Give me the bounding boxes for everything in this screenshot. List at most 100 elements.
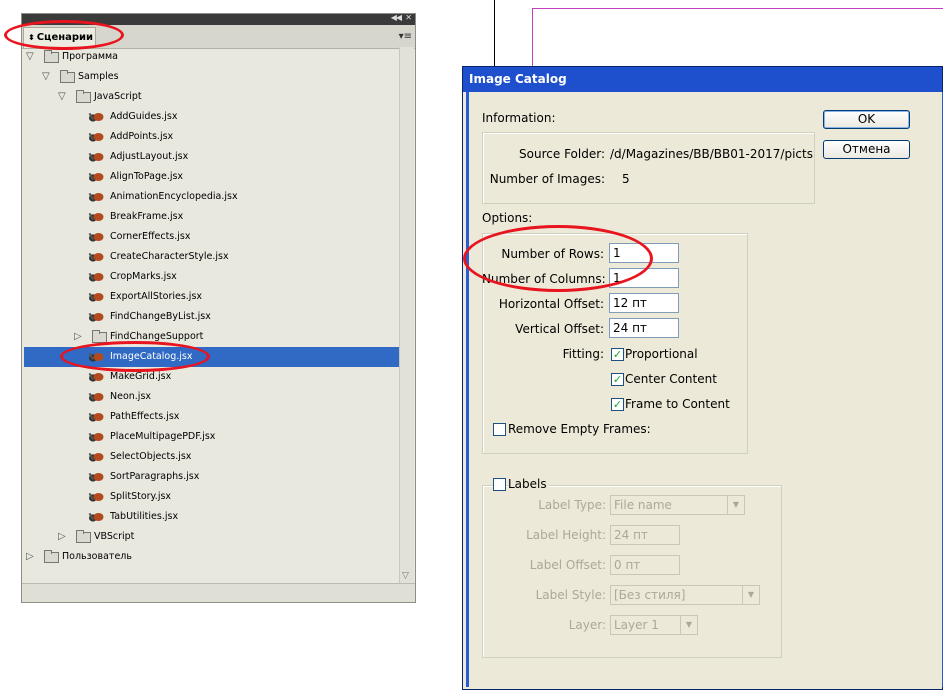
tree-folder-row[interactable]: ▷ VBScript (24, 527, 400, 547)
cols-label: Number of Columns: (482, 272, 606, 286)
tree-script-row[interactable]: FindChangeByList.jsx (24, 307, 400, 327)
frame-to-content-checkbox[interactable]: ✓ (611, 398, 624, 411)
script-icon (88, 392, 104, 402)
proportional-label: Proportional (625, 347, 698, 361)
script-icon (88, 512, 104, 522)
tab-scripts-label: Сценарии (36, 32, 94, 43)
tree-item-label: JavaScript (94, 91, 142, 102)
tree-script-row[interactable]: AddGuides.jsx (24, 107, 400, 127)
label-style-select[interactable]: [Без стиля] ▼ (610, 585, 760, 605)
folder-icon (92, 330, 107, 343)
chevron-down-icon: ▼ (742, 586, 759, 604)
script-icon (88, 152, 104, 162)
script-icon (88, 192, 104, 202)
tree-script-row[interactable]: PlaceMultipagePDF.jsx (24, 427, 400, 447)
tab-scripts[interactable]: ⬍ Сценарии (23, 27, 96, 48)
tree-item-label: FindChangeByList.jsx (110, 311, 211, 322)
close-icon[interactable]: ✕ (405, 13, 412, 22)
chevron-down-icon: ▼ (727, 496, 744, 514)
expand-down-icon[interactable]: ▽ (58, 87, 66, 107)
hoffset-input[interactable]: 12 пт (609, 293, 679, 313)
panel-tab-strip: ⬍ Сценарии ▾≡ (22, 25, 415, 49)
tree-item-label: Neon.jsx (110, 391, 152, 402)
layer-select[interactable]: Layer 1 ▼ (610, 615, 698, 635)
voffset-input[interactable]: 24 пт (609, 318, 679, 338)
folder-icon (44, 50, 59, 63)
tree-item-label: Пользователь (62, 551, 132, 562)
tree-script-row[interactable]: Neon.jsx (24, 387, 400, 407)
tree-script-row[interactable]: ExportAllStories.jsx (24, 287, 400, 307)
script-icon (88, 112, 104, 122)
label-height-label: Label Height: (526, 528, 606, 542)
proportional-checkbox[interactable]: ✓ (611, 348, 624, 361)
fitting-label: Fitting: (562, 347, 604, 361)
panel-titlebar[interactable]: ◀◀ ✕ (22, 13, 415, 25)
tree-script-row[interactable]: AdjustLayout.jsx (24, 147, 400, 167)
scroll-down-icon[interactable]: ▽ (402, 571, 409, 581)
source-folder-label: Source Folder: (519, 147, 605, 161)
tree-script-row[interactable]: AnimationEncyclopedia.jsx (24, 187, 400, 207)
folder-icon (60, 70, 75, 83)
script-icon (88, 132, 104, 142)
script-icon (88, 232, 104, 242)
label-height-input[interactable]: 24 пт (610, 525, 680, 545)
vertical-scrollbar[interactable]: ▽ (399, 47, 414, 583)
tree-script-row[interactable]: TabUtilities.jsx (24, 507, 400, 527)
ok-button[interactable]: OK (823, 110, 910, 129)
tree-script-row[interactable]: SplitStory.jsx (24, 487, 400, 507)
tree-script-row[interactable]: BreakFrame.jsx (24, 207, 400, 227)
tree-folder-row[interactable]: ▽ Программа (24, 47, 400, 67)
dialog-body: Information: Source Folder: /d/Magazines… (466, 92, 943, 687)
tree-script-row[interactable]: AlignToPage.jsx (24, 167, 400, 187)
options-heading: Options: (482, 211, 533, 225)
tree-script-row[interactable]: CropMarks.jsx (24, 267, 400, 287)
labels-checkbox[interactable] (493, 478, 506, 491)
label-type-select[interactable]: File name ▼ (610, 495, 745, 515)
panel-menu-icon[interactable]: ▾≡ (399, 31, 412, 42)
tree-folder-row[interactable]: ▷ Пользователь (24, 547, 400, 567)
tree-item-label: ImageCatalog.jsx (110, 351, 193, 362)
expand-right-icon[interactable]: ▷ (74, 327, 82, 347)
tree-item-label: ExportAllStories.jsx (110, 291, 203, 302)
chevron-down-icon: ▼ (680, 616, 697, 634)
voffset-label: Vertical Offset: (515, 322, 604, 336)
tree-folder-row[interactable]: ▽ JavaScript (24, 87, 400, 107)
tree-script-row[interactable]: ImageCatalog.jsx (24, 347, 400, 367)
tree-item-label: VBScript (94, 531, 135, 542)
tree-item-label: Программа (62, 51, 118, 62)
script-icon (88, 472, 104, 482)
center-content-checkbox[interactable]: ✓ (611, 373, 624, 386)
expand-down-icon[interactable]: ▽ (26, 47, 34, 67)
tree-script-row[interactable]: CornerEffects.jsx (24, 227, 400, 247)
script-icon (88, 252, 104, 262)
tree-script-row[interactable]: MakeGrid.jsx (24, 367, 400, 387)
label-offset-input[interactable]: 0 пт (610, 555, 680, 575)
dialog-title[interactable]: Image Catalog (463, 67, 942, 92)
rows-label: Number of Rows: (501, 247, 604, 261)
script-icon (88, 272, 104, 282)
tree-folder-row[interactable]: ▷ FindChangeSupport (24, 327, 400, 347)
tree-item-label: AlignToPage.jsx (110, 171, 184, 182)
cancel-button[interactable]: Отмена (823, 140, 910, 159)
scripts-panel: ◀◀ ✕ ⬍ Сценарии ▾≡ ▽ Программа ▽ Samples ▽ Jav… (21, 13, 416, 603)
tree-script-row[interactable]: AddPoints.jsx (24, 127, 400, 147)
tree-item-label: AddPoints.jsx (110, 131, 174, 142)
num-images-value: 5 (622, 172, 630, 186)
script-icon (88, 492, 104, 502)
rows-input[interactable]: 1 (609, 243, 679, 263)
tree-item-label: SplitStory.jsx (110, 491, 172, 502)
remove-empty-frames-checkbox[interactable] (493, 423, 506, 436)
expand-right-icon[interactable]: ▷ (58, 527, 66, 547)
tree-script-row[interactable]: SortParagraphs.jsx (24, 467, 400, 487)
tree-script-row[interactable]: SelectObjects.jsx (24, 447, 400, 467)
tree-script-row[interactable]: PathEffects.jsx (24, 407, 400, 427)
tree-item-label: SelectObjects.jsx (110, 451, 192, 462)
cols-input[interactable]: 1 (609, 268, 679, 288)
expand-right-icon[interactable]: ▷ (26, 547, 34, 567)
expand-down-icon[interactable]: ▽ (42, 67, 50, 87)
tree-folder-row[interactable]: ▽ Samples (24, 67, 400, 87)
script-icon (88, 372, 104, 382)
collapse-icon[interactable]: ◀◀ (391, 13, 402, 22)
source-folder-value: /d/Magazines/BB/BB01-2017/picts (610, 147, 813, 161)
tree-script-row[interactable]: CreateCharacterStyle.jsx (24, 247, 400, 267)
